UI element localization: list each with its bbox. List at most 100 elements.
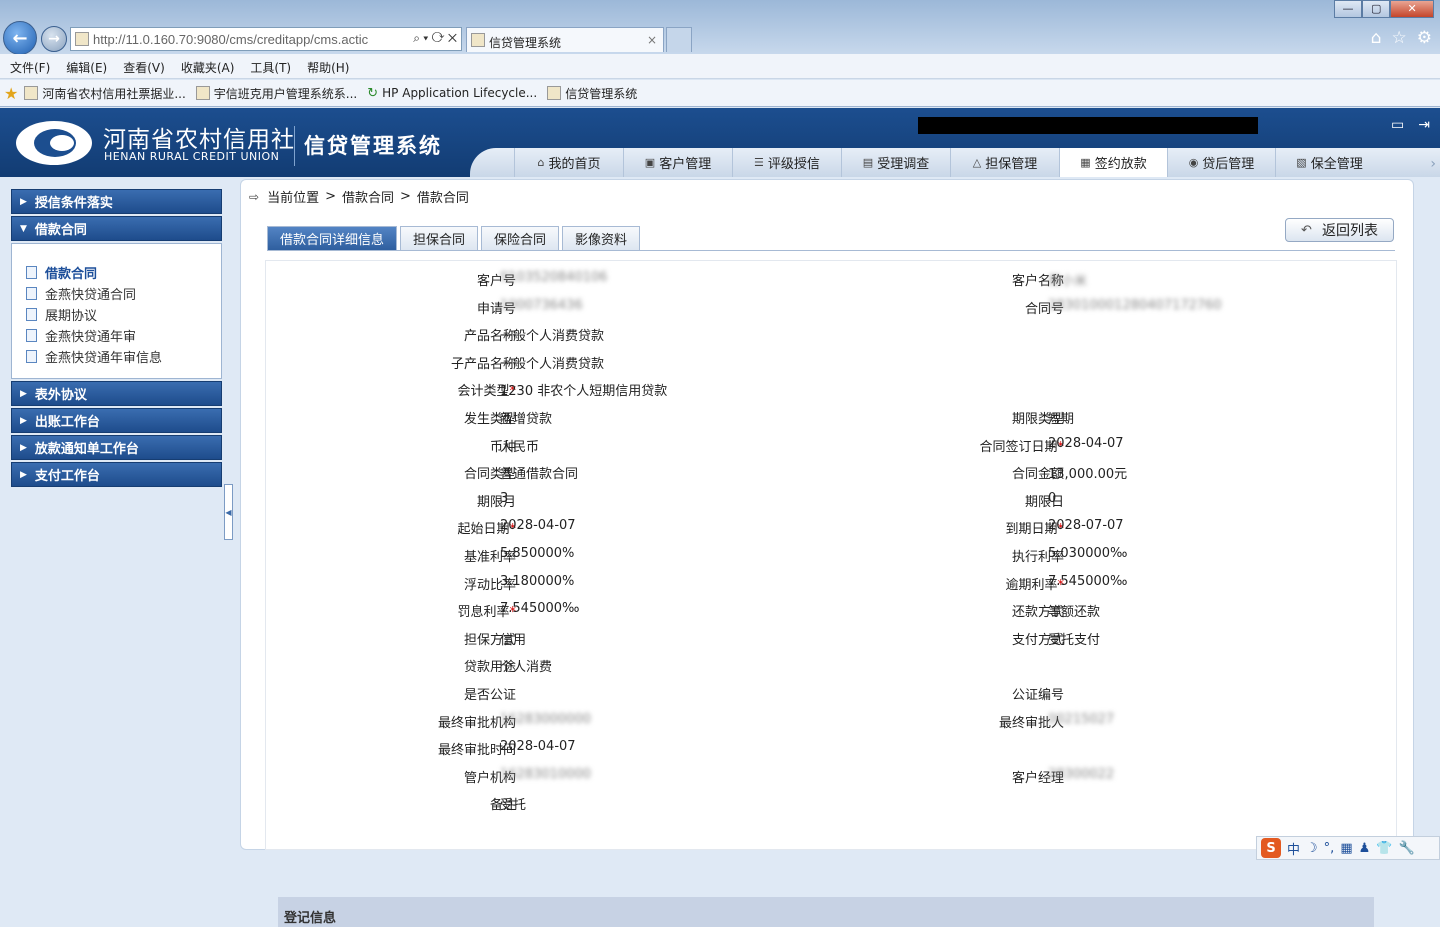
guarantee-icon: △	[972, 156, 982, 169]
address-bar[interactable]: http://11.0.160.70:9080/cms/creditapp/cm…	[70, 27, 462, 51]
field-label-text: 公证编号	[1011, 688, 1064, 703]
home-icon[interactable]: ⌂	[1371, 28, 1382, 48]
minimize-button[interactable]: —	[1334, 0, 1363, 18]
favorite-link[interactable]: 信贷管理系统	[547, 85, 637, 102]
menu-file[interactable]: 文件(F)	[10, 54, 58, 78]
logout-icon[interactable]: ⇥	[1418, 117, 1430, 133]
field-label: 是否公证	[464, 684, 516, 703]
nav-tab-contract[interactable]: ▦ 签约放款	[1059, 148, 1167, 177]
sidebar-item[interactable]: 展期协议	[26, 304, 221, 325]
sidebar-item[interactable]: 金燕快贷通合同	[26, 283, 221, 304]
ime-item[interactable]: 中	[1287, 839, 1300, 858]
sidebar-section-credit-conditions[interactable]: ▶ 授信条件落实	[11, 189, 222, 214]
detail-tab[interactable]: 影像资料	[562, 226, 641, 250]
back-to-list-label: 返回列表	[1321, 223, 1378, 239]
monitor-icon[interactable]: ▭	[1391, 117, 1404, 133]
sidebar-item[interactable]: 金燕快贷通年审信息	[26, 346, 221, 367]
nav-tab-guarantee[interactable]: △ 担保管理	[950, 148, 1059, 177]
sidebar: ▶ 授信条件落实 ▼ 借款合同 借款合同 金燕快贷通合同 展期协议 金燕快贷通年审 金燕快贷…	[11, 189, 222, 487]
sidebar-section-loan-contract[interactable]: ▼ 借款合同	[11, 216, 222, 241]
nav-tab-survey[interactable]: ▤ 受理调查	[841, 148, 950, 177]
ime-tool-icon[interactable]: 🔧	[1398, 841, 1414, 856]
menu-favorites[interactable]: 收藏夹(A)	[181, 54, 243, 78]
menu-help[interactable]: 帮助(H)	[307, 54, 357, 78]
caret-right-icon: ▶	[20, 388, 27, 399]
field-label: 公证编号	[1012, 684, 1064, 703]
browser-back-button[interactable]: ←	[3, 21, 37, 55]
ime-user-icon[interactable]: ♟	[1359, 841, 1371, 856]
nav-tab-postloan[interactable]: ◉ 贷后管理	[1167, 148, 1275, 177]
browser-tab[interactable]: 信贷管理系统 ×	[466, 27, 664, 52]
detail-tab[interactable]: 借款合同详细信息	[267, 226, 398, 250]
ime-skin-icon[interactable]: 👕	[1376, 841, 1392, 856]
maximize-button[interactable]: ▢	[1362, 0, 1391, 18]
sidebar-section[interactable]: ▶ 支付工作台	[11, 462, 222, 487]
field-value: 1230 非农个人短期信用贷款	[500, 384, 668, 400]
back-to-list-button[interactable]: ↶ 返回列表	[1285, 218, 1394, 242]
postloan-icon: ◉	[1188, 156, 1199, 169]
field-label-text: 期限日	[1024, 494, 1064, 510]
favorite-label: 河南省农村信用社票据业...	[42, 86, 186, 101]
ime-moon-icon[interactable]: ☽	[1306, 841, 1318, 856]
sidebar-collapse-icon[interactable]: ◀	[224, 484, 233, 540]
field-value: 3.180000%	[500, 573, 575, 589]
menu-edit[interactable]: 编辑(E)	[66, 54, 115, 78]
caret-right-icon: ▶	[20, 415, 27, 426]
customer-icon: ▣	[644, 156, 656, 169]
gear-icon[interactable]: ⚙	[1417, 28, 1432, 48]
sidebar-item[interactable]: 金燕快贷通年审	[26, 325, 221, 346]
favorite-label: HP Application Lifecycle...	[382, 86, 538, 100]
favorites-star-icon[interactable]: ★	[4, 84, 18, 103]
app-header: 河南省农村信用社 HENAN RURAL CREDIT UNION 信贷管理系统…	[0, 108, 1440, 177]
field-value: 00215027	[1048, 711, 1115, 727]
field-value: 短期	[1048, 412, 1075, 427]
nav-tab-preservation[interactable]: ▧ 保全管理	[1275, 148, 1383, 177]
breadcrumb-item: 借款合同	[416, 191, 469, 206]
breadcrumb-sep: >	[325, 189, 336, 204]
star-icon[interactable]: ☆	[1392, 28, 1407, 48]
sidebar-item[interactable]: 借款合同	[26, 262, 221, 283]
browser-forward-button[interactable]: →	[41, 26, 67, 52]
nav-tab-label: 受理调查	[877, 157, 930, 172]
section-header-register: 登记信息	[278, 897, 1374, 927]
browser-nav-row: ← → http://11.0.160.70:9080/cms/creditap…	[0, 0, 1440, 55]
ime-logo-icon[interactable]: S	[1261, 838, 1281, 858]
address-tools[interactable]: ⌕ ▾ ⟳ ✕	[413, 31, 457, 46]
field-row: 基准利率 5.850000% 执行利率 5.030000‰	[266, 546, 1386, 566]
sidebar-item-label: 借款合同	[45, 267, 98, 282]
new-tab-button[interactable]	[666, 27, 692, 52]
favorite-link[interactable]: ↻ HP Application Lifecycle...	[367, 86, 537, 101]
tab-close-icon[interactable]: ×	[647, 33, 657, 47]
redacted-user-info	[918, 117, 1258, 134]
favicon-icon	[75, 32, 89, 46]
survey-icon: ▤	[862, 156, 874, 169]
field-value: 0103520840106	[500, 270, 608, 285]
sidebar-section-label: 放款通知单工作台	[34, 442, 139, 457]
sidebar-section-label: 支付工作台	[34, 469, 100, 484]
nav-tab-customer[interactable]: ▣ 客户管理	[623, 148, 732, 177]
sidebar-section[interactable]: ▶ 放款通知单工作台	[11, 435, 222, 460]
field-row: 担保方式 信用 支付方式 受托支付	[266, 629, 1386, 649]
ime-keyboard-icon[interactable]: ▦	[1340, 841, 1352, 856]
nav-tab-home[interactable]: ⌂ 我的首页	[514, 148, 623, 177]
menu-view[interactable]: 查看(V)	[123, 54, 173, 78]
sidebar-section[interactable]: ▶ 表外协议	[11, 381, 222, 406]
breadcrumb-item[interactable]: 借款合同	[342, 187, 394, 206]
page-icon	[195, 86, 210, 100]
ime-punct-icon[interactable]: °,	[1324, 841, 1335, 856]
sidebar-section[interactable]: ▶ 出账工作台	[11, 408, 222, 433]
detail-tab[interactable]: 担保合同	[400, 226, 479, 250]
sidebar-submenu: 借款合同 金燕快贷通合同 展期协议 金燕快贷通年审 金燕快贷通年审信息	[11, 243, 222, 379]
caret-down-icon: ▼	[20, 223, 27, 234]
window-close-button[interactable]: ✕	[1390, 0, 1434, 18]
nav-tab-rating[interactable]: ☰ 评级授信	[732, 148, 841, 177]
caret-right-icon: ▶	[20, 469, 27, 480]
home-icon: ⌂	[537, 156, 545, 169]
favorite-link[interactable]: 河南省农村信用社票据业...	[24, 85, 186, 102]
favorite-link[interactable]: 宇信班克用户管理系统系...	[195, 85, 357, 102]
detail-tab[interactable]: 保险合同	[481, 226, 560, 250]
menu-tools[interactable]: 工具(T)	[250, 54, 299, 78]
nav-next-icon[interactable]: ›	[1430, 156, 1436, 172]
field-value: 信用	[500, 632, 527, 648]
field-label-text: 合同签订日期	[979, 439, 1058, 455]
